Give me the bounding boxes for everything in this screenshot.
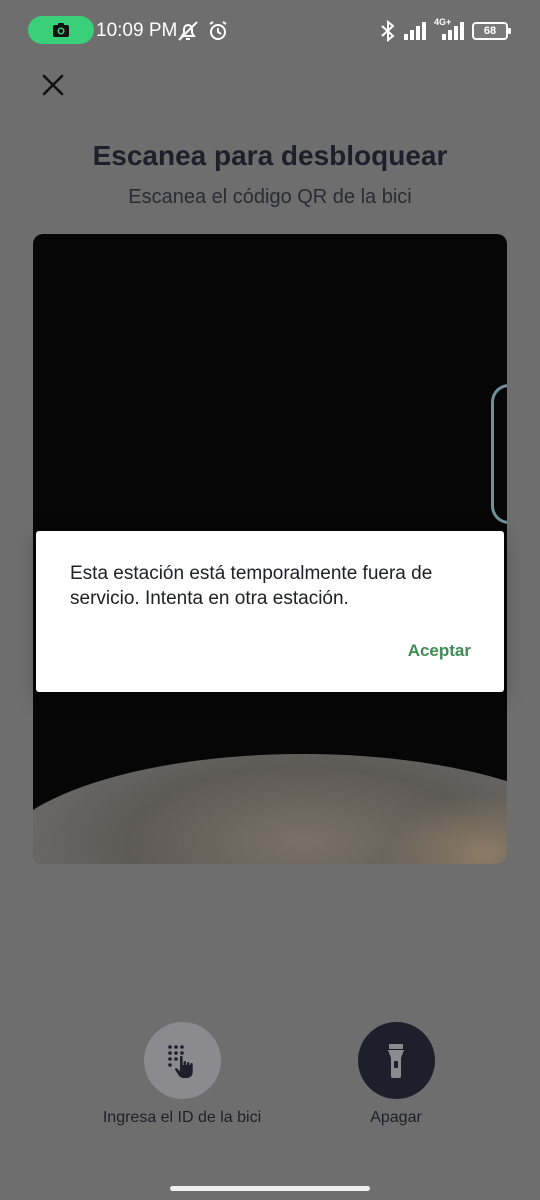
enter-bike-id-label: Ingresa el ID de la bici	[102, 1109, 262, 1126]
camera-icon	[53, 23, 69, 37]
bluetooth-icon	[381, 19, 395, 43]
page-subtitle: Escanea el código QR de la bici	[128, 186, 412, 208]
camera-preview-highlight	[491, 384, 507, 524]
status-bar: 10:09 PM 4G+ 68	[0, 0, 540, 62]
accept-button[interactable]: Aceptar	[408, 641, 471, 661]
flashlight-action[interactable]: Apagar	[296, 1022, 496, 1127]
alarm-icon	[209, 21, 227, 40]
keypad-touch-icon	[168, 1044, 193, 1078]
close-icon	[42, 74, 64, 96]
close-button[interactable]	[38, 70, 68, 100]
alert-dialog: Esta estación está temporalmente fuera d…	[36, 531, 504, 692]
enter-bike-id-button[interactable]	[143, 1022, 221, 1099]
page-title: Escanea para desbloquear	[92, 140, 448, 171]
flashlight-label: Apagar	[370, 1109, 422, 1126]
dialog-message: Esta estación está temporalmente fuera d…	[70, 563, 433, 609]
signal-4g-icon	[442, 22, 464, 40]
home-indicator[interactable]	[170, 1186, 370, 1191]
flashlight-icon	[388, 1043, 404, 1078]
status-time: 10:09 PM	[96, 20, 178, 41]
battery-icon: 68	[472, 22, 511, 40]
signal-icon	[404, 22, 426, 40]
enter-bike-id-action[interactable]: Ingresa el ID de la bici	[82, 1022, 282, 1127]
screen-record-indicator[interactable]	[28, 16, 94, 44]
mute-icon	[178, 21, 198, 41]
battery-level: 68	[483, 25, 497, 37]
flashlight-button[interactable]	[357, 1022, 435, 1099]
